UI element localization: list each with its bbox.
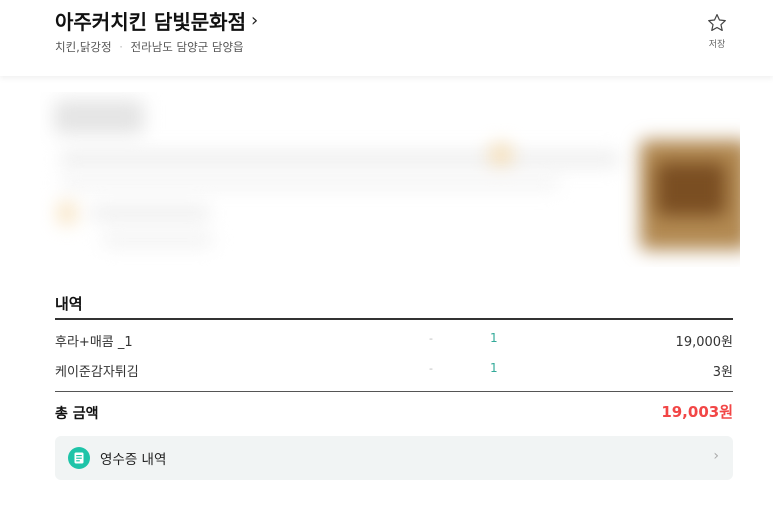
store-title-link[interactable]: 아주커치킨 담빛문화점 ›: [55, 6, 258, 35]
receipt-details-button[interactable]: 영수증 내역 ›: [55, 436, 733, 480]
chevron-right-icon: ›: [250, 10, 259, 31]
divider: [55, 318, 733, 320]
item-quantity: 1: [490, 331, 498, 345]
star-icon: [708, 13, 726, 32]
divider: [55, 391, 733, 392]
store-address: 전라남도 담양군 담양읍: [130, 40, 244, 54]
save-label: 저장: [708, 40, 726, 50]
chevron-right-icon: ›: [713, 448, 719, 464]
item-price: 3원: [712, 365, 733, 380]
item-price: 19,000원: [675, 335, 733, 350]
order-item-row: 케이준감자튀김 - 1 3원: [55, 359, 733, 381]
blurred-review-area: [40, 92, 740, 267]
item-dash: -: [429, 332, 433, 345]
total-amount: 19,003원: [661, 403, 733, 421]
item-name: 후라+매콤 _1: [55, 335, 133, 350]
store-category: 치킨,닭강정: [55, 40, 112, 54]
order-item-row: 후라+매콤 _1 - 1 19,000원: [55, 329, 733, 351]
total-label: 총 금액: [55, 406, 99, 422]
store-header: 아주커치킨 담빛문화점 › 치킨,닭강정 · 전라남도 담양군 담양읍 저장: [0, 0, 773, 76]
store-name: 아주커치킨 담빛문화점: [55, 10, 246, 34]
receipt-icon: [68, 447, 90, 469]
item-dash: -: [429, 362, 433, 375]
order-section-title: 내역: [55, 295, 83, 313]
item-name: 케이준감자튀김: [55, 365, 139, 380]
receipt-label: 영수증 내역: [100, 452, 167, 468]
item-quantity: 1: [490, 361, 498, 375]
separator-dot: ·: [119, 40, 123, 54]
save-button[interactable]: 저장: [697, 12, 737, 56]
store-meta: 치킨,닭강정 · 전라남도 담양군 담양읍: [55, 39, 244, 55]
